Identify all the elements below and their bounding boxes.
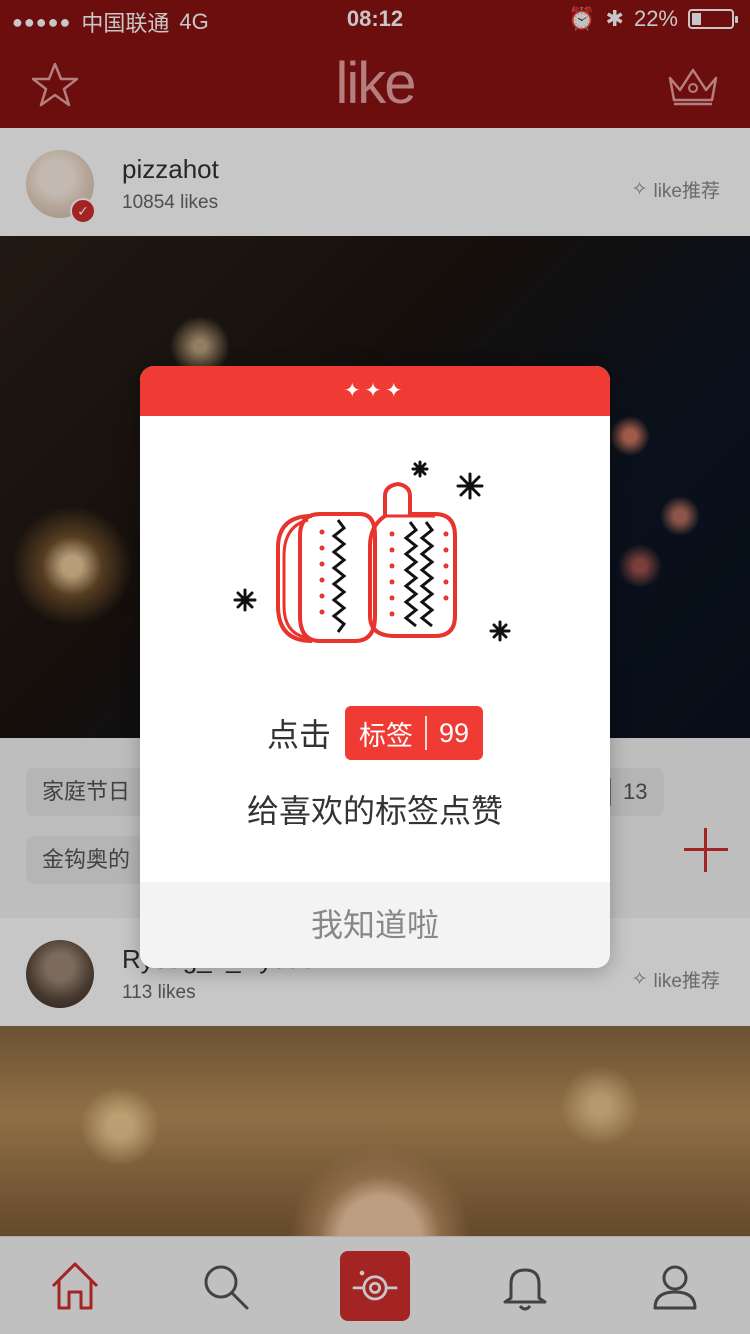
confirm-button[interactable]: 我知道啦: [140, 882, 610, 968]
modal-instruction: 给喜欢的标签点赞: [246, 793, 503, 829]
sample-tag-divider: [424, 716, 427, 750]
tutorial-modal: ✦✦✦ 点击 标签 99 给喜欢的标签点赞 我知道啦: [140, 366, 610, 968]
sample-tag-label: 标签: [358, 720, 413, 751]
sample-tag-badge: 标签 99: [344, 706, 484, 760]
modal-hint-row: 点击 标签 99: [140, 706, 610, 760]
sample-tag-count: 99: [438, 717, 470, 748]
modal-header: ✦✦✦: [140, 366, 610, 416]
modal-click-text: 点击: [266, 717, 331, 753]
thumbs-up-icon: [233, 460, 511, 643]
